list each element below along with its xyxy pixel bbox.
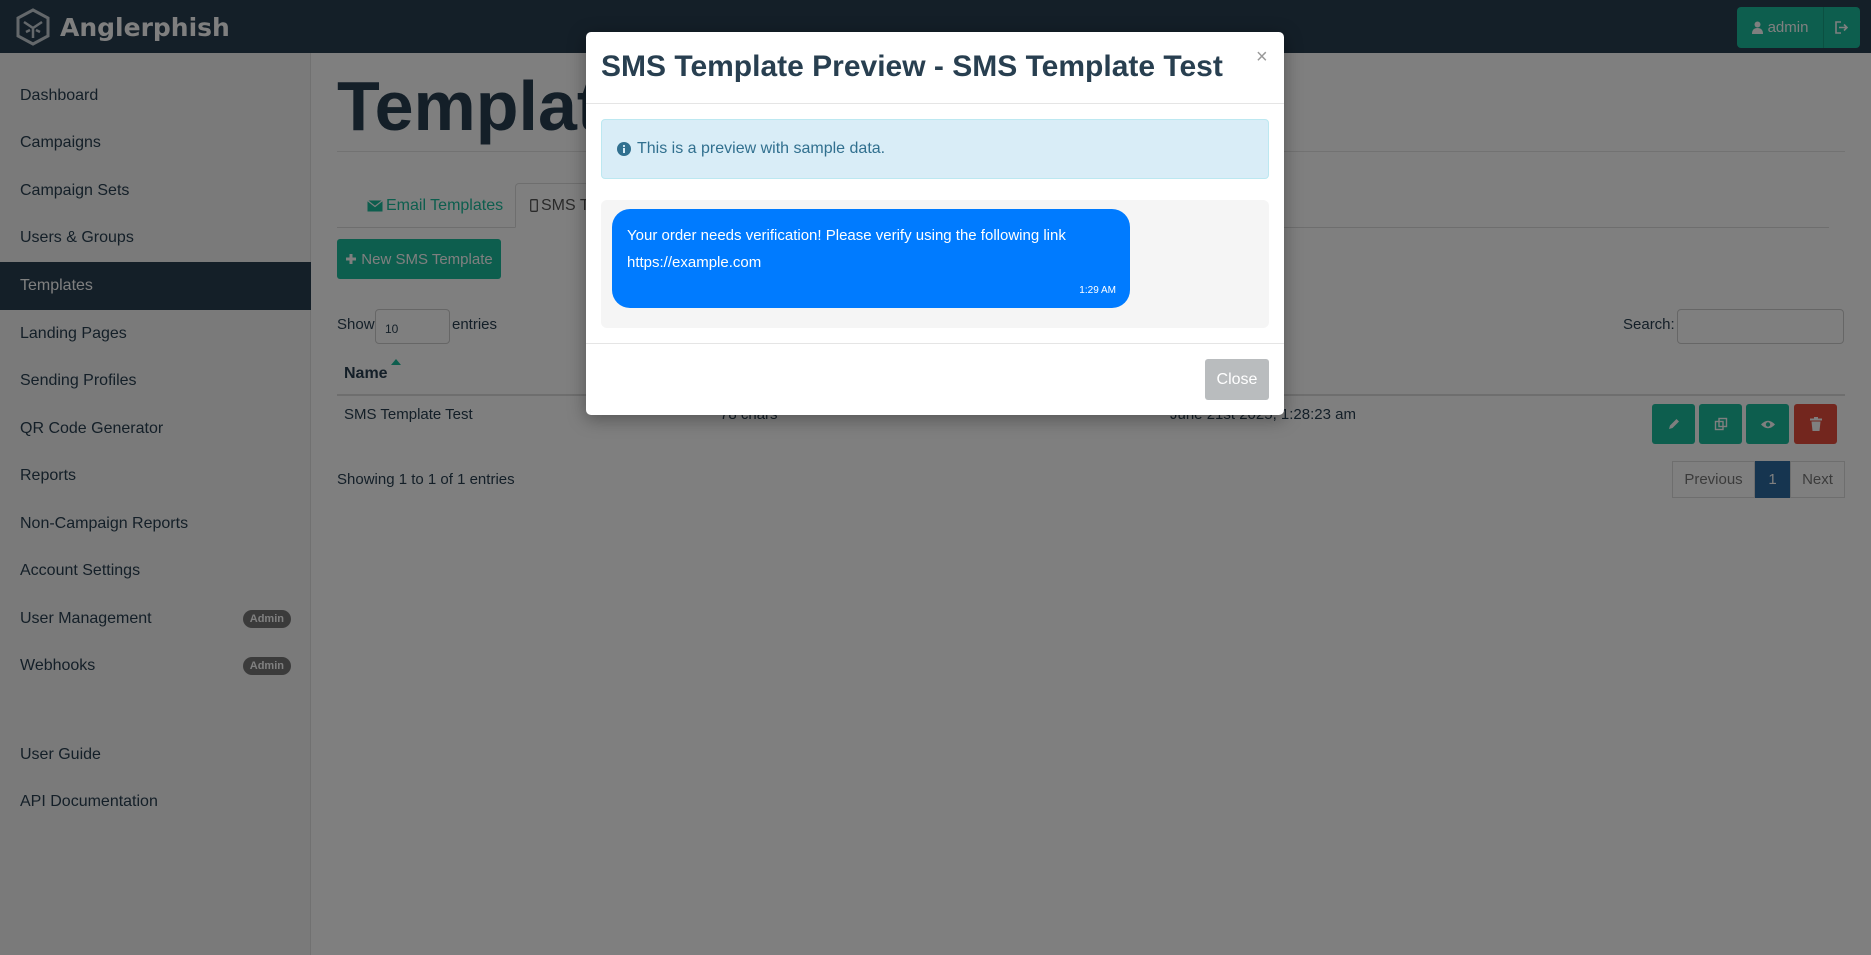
modal-close-icon[interactable]: × <box>1256 46 1268 69</box>
sms-message-link: https://example.com <box>627 254 762 271</box>
sms-message-time: 1:29 AM <box>1079 285 1116 296</box>
info-circle-icon <box>617 142 631 156</box>
close-button[interactable]: Close <box>1205 359 1269 400</box>
sms-preview-modal: SMS Template Preview - SMS Template Test… <box>586 32 1284 415</box>
alert-text: This is a preview with sample data. <box>637 140 886 157</box>
sms-message-bubble: Your order needs verification! Please ve… <box>612 209 1130 308</box>
modal-footer-divider <box>586 343 1284 344</box>
info-alert: This is a preview with sample data. <box>601 119 1269 179</box>
modal-header-divider <box>586 103 1284 104</box>
sms-message-text: Your order needs verification! Please ve… <box>627 222 1117 276</box>
sms-message-line: Your order needs verification! Please ve… <box>627 227 1066 244</box>
modal-title: SMS Template Preview - SMS Template Test <box>601 50 1223 83</box>
